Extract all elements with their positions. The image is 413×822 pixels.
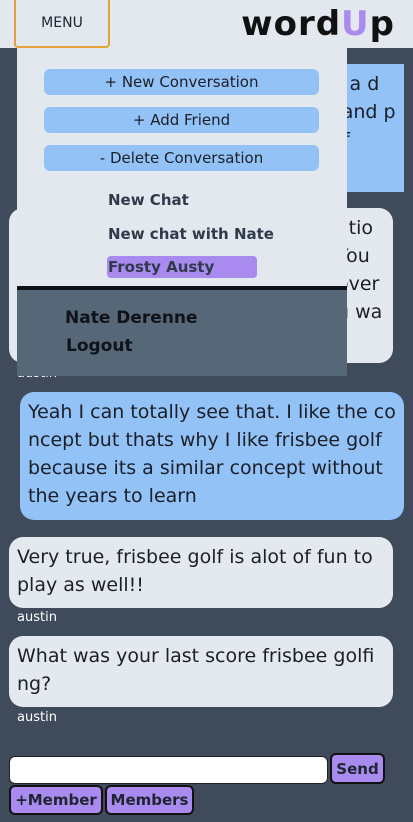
- user-panel: Nate Derenne Logout: [17, 290, 347, 376]
- message-bubble-own: Yeah I can totally see that. I like the …: [20, 392, 404, 520]
- message-text: What was your last score frisbee golfing…: [17, 645, 375, 695]
- message-text: Yeah I can totally see that. I like the …: [28, 401, 396, 507]
- message-text: Very true, frisbee golf is alot of fun t…: [17, 546, 373, 596]
- message-sender: austin: [17, 610, 57, 625]
- app-logo: wordUp: [241, 4, 395, 44]
- message-bubble-other: Very true, frisbee golf is alot of fun t…: [9, 537, 393, 608]
- message-sender: austin: [17, 710, 57, 725]
- add-member-button[interactable]: +Member: [9, 785, 103, 815]
- logo-tail: p: [369, 4, 395, 44]
- menu-dropdown: + New Conversation + Add Friend - Delete…: [17, 48, 347, 286]
- send-button[interactable]: Send: [330, 753, 385, 784]
- members-button[interactable]: Members: [105, 785, 194, 815]
- logo-accent-letter: U: [341, 4, 370, 44]
- current-user-name: Nate Derenne: [65, 308, 198, 328]
- message-input[interactable]: [9, 756, 328, 784]
- conversation-item[interactable]: New Chat: [107, 189, 190, 211]
- add-friend-button[interactable]: + Add Friend: [44, 107, 319, 133]
- logo-word: word: [241, 4, 342, 44]
- conversation-item[interactable]: New chat with Nate: [107, 223, 275, 245]
- conversation-item-active[interactable]: Frosty Austy: [107, 256, 257, 278]
- logout-link[interactable]: Logout: [66, 336, 133, 356]
- new-conversation-button[interactable]: + New Conversation: [44, 69, 319, 95]
- menu-button[interactable]: MENU: [14, 0, 110, 48]
- message-bubble-other: What was your last score frisbee golfing…: [9, 636, 393, 707]
- delete-conversation-button[interactable]: - Delete Conversation: [44, 145, 319, 171]
